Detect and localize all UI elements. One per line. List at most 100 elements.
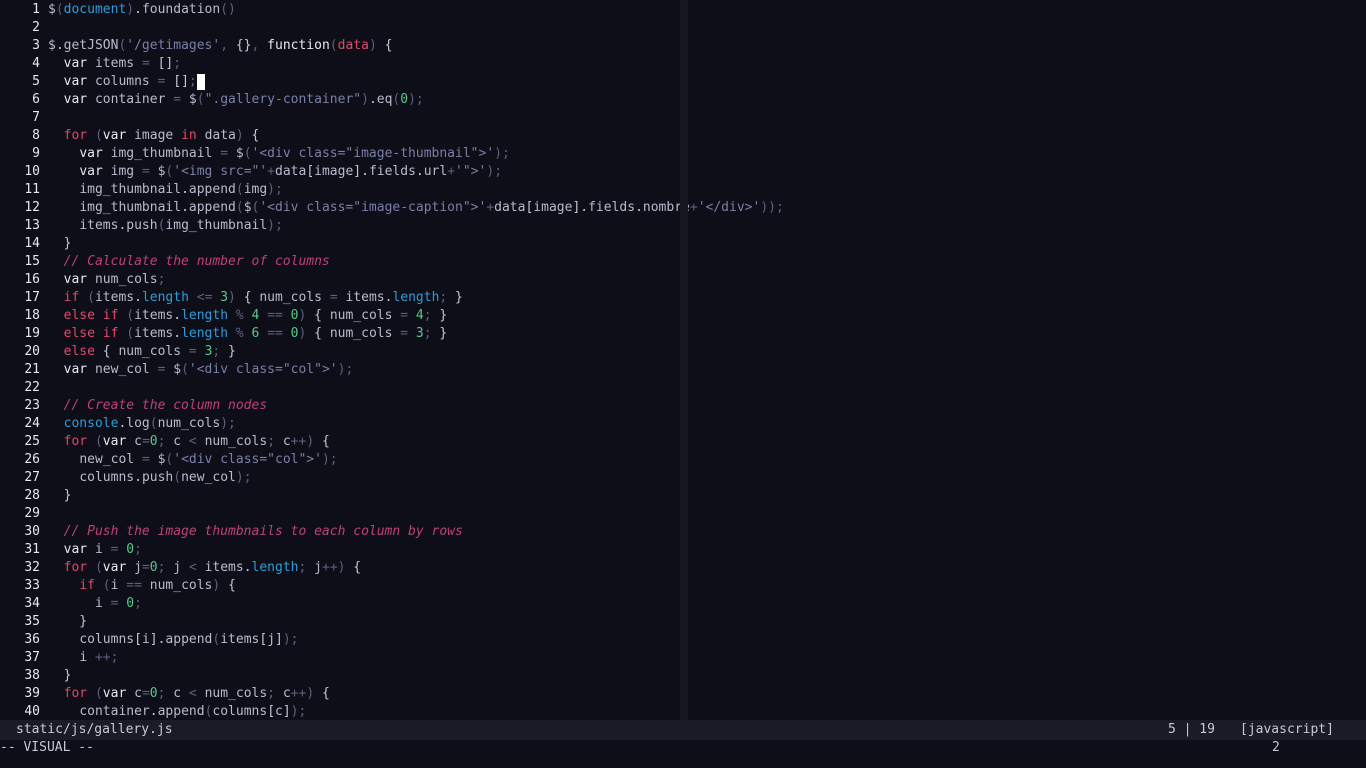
code-text[interactable]: if (i == num_cols) { [48, 577, 236, 595]
code-line[interactable]: 22 [0, 379, 48, 397]
code-text[interactable]: var img_thumbnail = $('<div class="image… [48, 145, 510, 163]
code-line[interactable]: 30 // Push the image thumbnails to each … [0, 523, 463, 541]
code-line[interactable]: 38 } [0, 667, 71, 685]
line-number: 16 [24, 272, 40, 287]
code-line[interactable]: 5 var columns = []; [0, 73, 205, 91]
code-line[interactable]: 32 for (var j=0; j < items.length; j++) … [0, 559, 361, 577]
code-text[interactable]: else if (items.length % 4 == 0) { num_co… [48, 307, 448, 325]
code-text[interactable]: var items = []; [48, 55, 181, 73]
code-text[interactable]: else if (items.length % 6 == 0) { num_co… [48, 325, 448, 343]
code-line[interactable]: 19 else if (items.length % 6 == 0) { num… [0, 325, 447, 343]
code-line[interactable]: 13 items.push(img_thumbnail); [0, 217, 283, 235]
line-number: 8 [32, 128, 40, 143]
code-text[interactable]: for (var c=0; c < num_cols; c++) { [48, 433, 330, 451]
code-text[interactable]: items.push(img_thumbnail); [48, 217, 283, 235]
line-number: 24 [24, 416, 40, 431]
code-line[interactable]: 25 for (var c=0; c < num_cols; c++) { [0, 433, 330, 451]
code-line[interactable]: 1 $(document).foundation() [0, 1, 236, 19]
code-text[interactable]: // Create the column nodes [48, 397, 268, 415]
code-line[interactable]: 14 } [0, 235, 71, 253]
line-number: 35 [24, 614, 40, 629]
code-line[interactable]: 36 columns[i].append(items[j]); [0, 631, 298, 649]
code-text[interactable]: if (items.length <= 3) { num_cols = item… [48, 289, 463, 307]
line-number: 6 [32, 92, 40, 107]
code-text[interactable]: img_thumbnail.append($('<div class="imag… [48, 199, 783, 217]
code-line[interactable]: 7 [0, 109, 48, 127]
code-text[interactable]: } [48, 613, 87, 631]
line-number: 26 [24, 452, 40, 467]
line-number: 9 [32, 146, 40, 161]
editor-pane[interactable]: 1 $(document).foundation() 2 3 $.getJSON('/g… [0, 0, 784, 721]
line-number: 14 [24, 236, 40, 251]
line-number: 18 [24, 308, 40, 323]
code-line[interactable]: 18 else if (items.length % 4 == 0) { num… [0, 307, 447, 325]
code-text[interactable]: $(document).foundation() [48, 1, 236, 19]
code-text[interactable]: var i = 0; [48, 541, 142, 559]
code-text[interactable]: } [48, 487, 72, 505]
code-line[interactable]: 11 img_thumbnail.append(img); [0, 181, 283, 199]
code-text[interactable]: columns[i].append(items[j]); [48, 631, 298, 649]
code-line[interactable]: 40 container.append(columns[c]); [0, 703, 306, 721]
code-line[interactable]: 8 for (var image in data) { [0, 127, 259, 145]
code-text[interactable]: } [48, 235, 72, 253]
code-text[interactable]: var new_col = $('<div class="col">'); [48, 361, 354, 379]
code-line[interactable]: 33 if (i == num_cols) { [0, 577, 236, 595]
code-line[interactable]: 27 columns.push(new_col); [0, 469, 251, 487]
code-line[interactable]: 6 var container = $(".gallery-container"… [0, 91, 424, 109]
code-text[interactable]: // Push the image thumbnails to each col… [48, 523, 463, 541]
code-text[interactable]: var container = $(".gallery-container").… [48, 91, 424, 109]
code-text[interactable]: console.log(num_cols); [48, 415, 236, 433]
code-line[interactable]: 9 var img_thumbnail = $('<div class="ima… [0, 145, 510, 163]
code-line[interactable]: 10 var img = $('<img src="'+data[image].… [0, 163, 502, 181]
code-line[interactable]: 20 else { num_cols = 3; } [0, 343, 236, 361]
code-text[interactable]: for (var c=0; c < num_cols; c++) { [48, 685, 330, 703]
code-line[interactable]: 3 $.getJSON('/getimages', {}, function(da… [0, 37, 392, 55]
code-line[interactable]: 28 } [0, 487, 71, 505]
code-line[interactable]: 12 img_thumbnail.append($('<div class="i… [0, 199, 783, 217]
code-line[interactable]: 37 i ++; [0, 649, 118, 667]
code-line[interactable]: 16 var num_cols; [0, 271, 165, 289]
line-number: 38 [24, 668, 40, 683]
code-line[interactable]: 4 var items = []; [0, 55, 181, 73]
code-line[interactable]: 17 if (items.length <= 3) { num_cols = i… [0, 289, 463, 307]
code-line[interactable]: 29 [0, 505, 48, 523]
code-text[interactable]: i ++; [48, 649, 118, 667]
line-number: 27 [24, 470, 40, 485]
code-text[interactable]: for (var j=0; j < items.length; j++) { [48, 559, 361, 577]
code-text[interactable]: container.append(columns[c]); [48, 703, 306, 721]
code-line[interactable]: 34 i = 0; [0, 595, 142, 613]
code-text[interactable]: var num_cols; [48, 271, 166, 289]
line-number: 7 [32, 110, 40, 125]
line-number: 34 [24, 596, 40, 611]
code-line[interactable]: 26 new_col = $('<div class="col">'); [0, 451, 337, 469]
code-text[interactable]: $.getJSON('/getimages', {}, function(dat… [48, 37, 392, 55]
code-text[interactable]: var img = $('<img src="'+data[image].fie… [48, 163, 502, 181]
code-text[interactable]: for (var image in data) { [48, 127, 260, 145]
line-number: 10 [24, 164, 40, 179]
code-text[interactable]: img_thumbnail.append(img); [48, 181, 283, 199]
code-line[interactable]: 21 var new_col = $('<div class="col">'); [0, 361, 353, 379]
split-divider[interactable] [680, 0, 688, 720]
code-line[interactable]: 31 var i = 0; [0, 541, 142, 559]
line-number: 40 [24, 704, 40, 719]
code-text[interactable]: var columns = []; [48, 73, 205, 91]
code-line[interactable]: 2 [0, 19, 48, 37]
code-line[interactable]: 35 } [0, 613, 87, 631]
cursor-position: 5 | 19 [1168, 722, 1215, 737]
code-line[interactable]: 15 // Calculate the number of columns [0, 253, 330, 271]
code-text[interactable]: else { num_cols = 3; } [48, 343, 236, 361]
code-line[interactable]: 23 // Create the column nodes [0, 397, 267, 415]
code-text[interactable]: // Calculate the number of columns [48, 253, 330, 271]
command-line[interactable]: -- VISUAL -- 2 [0, 740, 1366, 768]
code-text[interactable]: columns.push(new_col); [48, 469, 251, 487]
mode-indicator: -- VISUAL -- [0, 740, 94, 755]
line-number: 3 [32, 38, 40, 53]
code-text[interactable]: new_col = $('<div class="col">'); [48, 451, 337, 469]
line-number: 37 [24, 650, 40, 665]
line-number: 15 [24, 254, 40, 269]
code-line[interactable]: 24 console.log(num_cols); [0, 415, 236, 433]
code-line[interactable]: 39 for (var c=0; c < num_cols; c++) { [0, 685, 330, 703]
file-path: static/js/gallery.js [16, 722, 173, 737]
code-text[interactable]: } [48, 667, 72, 685]
code-text[interactable]: i = 0; [48, 595, 142, 613]
